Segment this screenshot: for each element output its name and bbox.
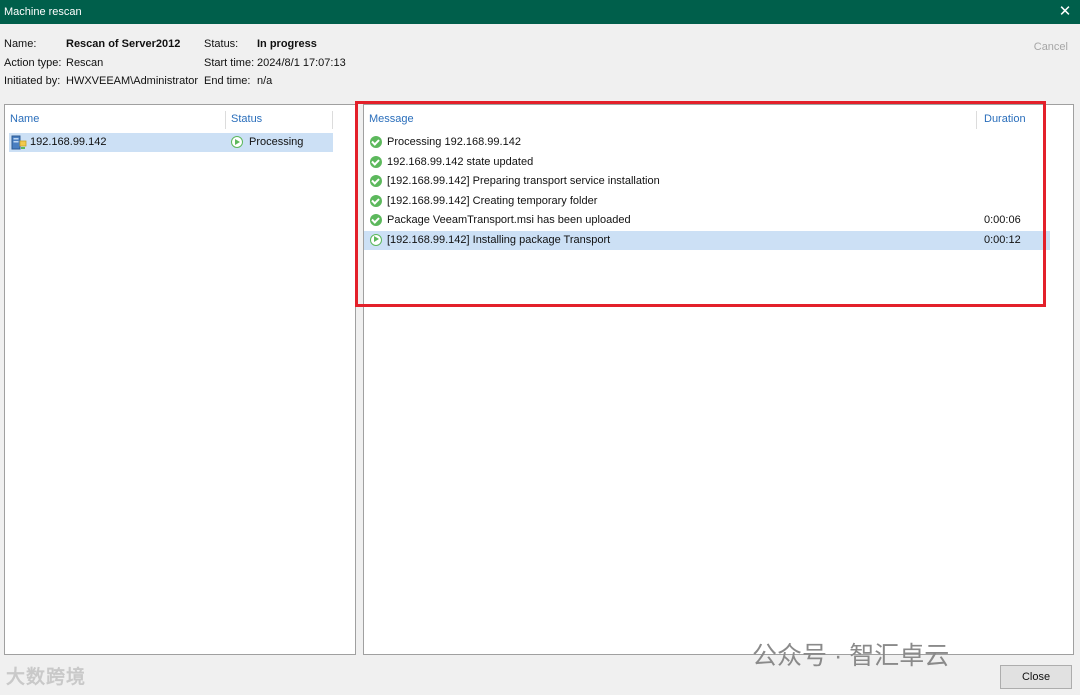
success-icon [370,136,382,148]
log-row[interactable]: [192.168.99.142] Installing package Tran… [364,230,1050,250]
name-value: Rescan of Server2012 [66,38,181,50]
name-label: Name: [4,38,37,50]
action-type-label: Action type: [4,56,62,69]
column-header-duration[interactable]: Duration [979,111,1049,129]
message-log-panel: Message Duration Processing 192.168.99.1… [363,104,1074,655]
log-message: [192.168.99.142] Installing package Tran… [387,233,611,246]
success-icon [370,155,382,168]
log-duration: 0:00:06 [984,214,1021,226]
table-row[interactable]: 192.168.99.142 Processing [9,133,333,152]
processing-icon [231,136,243,148]
log-message: Processing 192.168.99.142 [387,136,521,148]
end-time-value: n/a [257,75,273,87]
log-row[interactable]: [192.168.99.142] Creating temporary fold… [364,192,1050,211]
log-message: [192.168.99.142] Creating temporary fold… [387,194,598,207]
column-header-name[interactable]: Name [5,111,225,129]
end-time-label: End time: [204,75,251,87]
action-type-value: Rescan [66,56,104,69]
job-info-right: Status: In progress Start time: 2024/8/1 1… [204,38,346,94]
log-row[interactable]: [192.168.99.142] Preparing transport ser… [364,172,1050,191]
watermark-left: 大数跨境 [6,667,87,688]
log-message: 192.168.99.142 state updated [387,155,534,168]
status-label: Status: [204,38,239,50]
success-icon [370,194,382,207]
processing-icon [370,233,382,246]
initiated-by-value: HWXVEEAM\Administrator [66,75,199,87]
initiated-by-label: Initiated by: [4,75,61,87]
log-row[interactable]: Processing 192.168.99.142 [364,133,1050,152]
machine-list-panel: Name Status 192.168.99.142 Processing [4,104,356,655]
log-message: [192.168.99.142] Preparing transport ser… [387,175,660,187]
start-time-label: Start time: [204,56,255,69]
column-header-message[interactable]: Message [364,111,976,129]
job-info-left: Name: Rescan of Server2012 Action type: Re… [4,38,198,94]
watermark-right: 公众号 · 智汇卓云 [752,642,950,670]
server-icon [11,135,27,151]
machine-name: 192.168.99.142 [30,136,107,148]
window-title: Machine rescan [4,6,82,18]
close-button[interactable]: Close [1000,665,1072,689]
title-bar: Machine rescan ✕ [0,0,1080,24]
column-separator [976,111,977,129]
success-icon [370,214,382,226]
log-row[interactable]: 192.168.99.142 state updated [364,153,1050,172]
column-separator [332,111,333,129]
close-window-icon[interactable]: ✕ [1056,2,1074,22]
status-value: In progress [257,38,317,50]
machine-status: Processing [249,136,304,148]
success-icon [370,175,382,187]
column-header-status[interactable]: Status [226,111,332,129]
cancel-button[interactable]: Cancel [1034,41,1068,53]
log-duration: 0:00:12 [984,233,1021,246]
log-row[interactable]: Package VeeamTransport.msi has been uplo… [364,211,1050,230]
start-time-value: 2024/8/1 17:07:13 [257,56,346,69]
log-message: Package VeeamTransport.msi has been uplo… [387,214,631,226]
